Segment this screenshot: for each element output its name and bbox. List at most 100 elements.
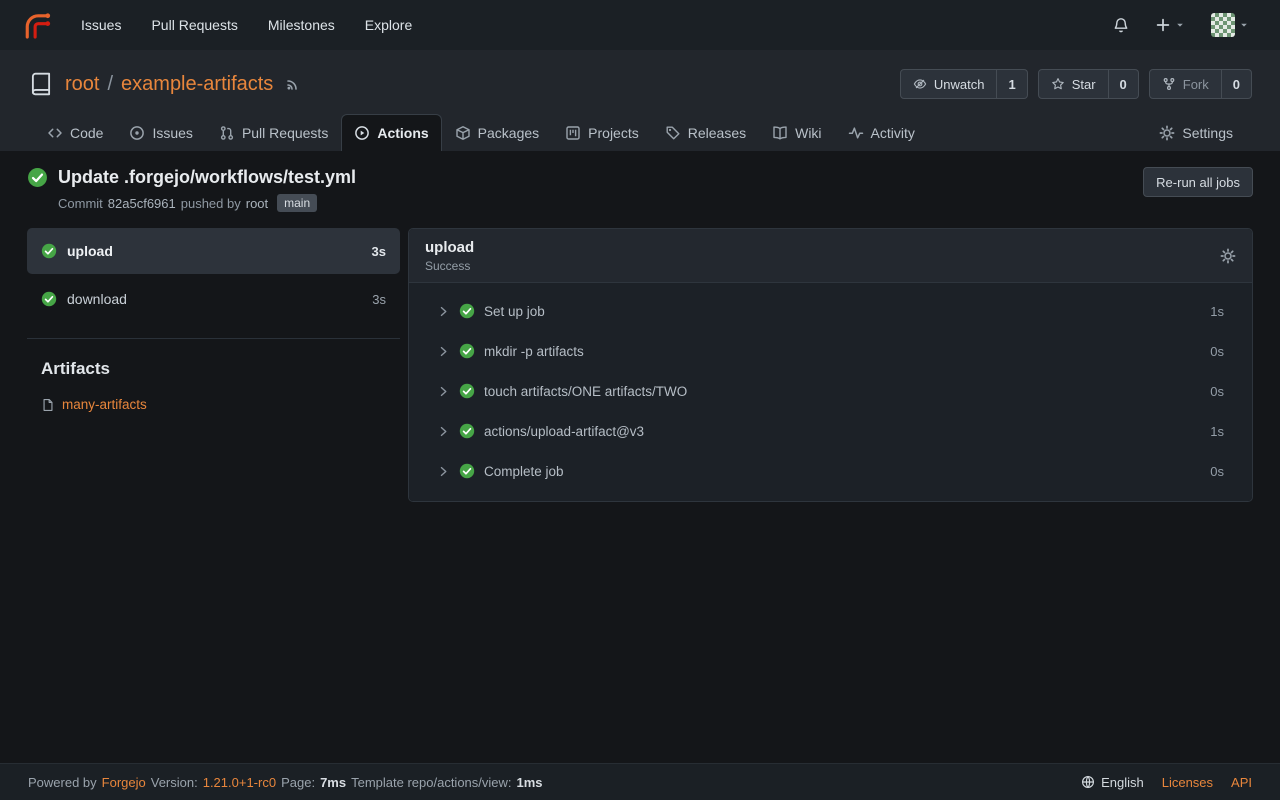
- fork-button-group: Fork 0: [1149, 69, 1252, 99]
- tab-releases[interactable]: Releases: [652, 114, 759, 151]
- account-menu[interactable]: [1202, 0, 1258, 50]
- commit-label: Commit: [58, 196, 103, 211]
- job-item-download[interactable]: download 3s: [27, 276, 400, 322]
- step-row-set-up-job[interactable]: Set up job 1s: [409, 291, 1252, 331]
- tab-settings[interactable]: Settings: [1146, 114, 1246, 151]
- watchers-count[interactable]: 1: [997, 69, 1027, 99]
- step-label: mkdir -p artifacts: [484, 344, 584, 359]
- artifacts-section: Artifacts many-artifacts: [27, 338, 400, 412]
- run-title: Update .forgejo/workflows/test.yml: [58, 167, 356, 188]
- step-duration: 0s: [1210, 464, 1224, 479]
- star-button-group: Star 0: [1038, 69, 1139, 99]
- template-time-value: 1ms: [517, 775, 543, 790]
- pushed-by-label: pushed by: [181, 196, 241, 211]
- notifications-button[interactable]: [1104, 0, 1138, 50]
- forgejo-link[interactable]: Forgejo: [102, 775, 146, 790]
- job-options-gear-icon[interactable]: [1220, 248, 1236, 264]
- commit-sha-link[interactable]: 82a5cf6961: [108, 196, 176, 211]
- check-circle-icon: [41, 291, 57, 307]
- rss-icon[interactable]: [285, 76, 301, 92]
- issue-circle-icon: [129, 125, 145, 141]
- step-duration: 0s: [1210, 384, 1224, 399]
- nav-explore[interactable]: Explore: [350, 0, 427, 50]
- actions-run-page: Update .forgejo/workflows/test.yml Commi…: [0, 151, 1280, 763]
- forks-count[interactable]: 0: [1222, 69, 1252, 99]
- tab-projects[interactable]: Projects: [552, 114, 652, 151]
- page-footer: Powered by Forgejo Version: 1.21.0+1-rc0…: [0, 763, 1280, 800]
- job-duration: 3s: [372, 244, 386, 259]
- licenses-link[interactable]: Licenses: [1162, 775, 1213, 790]
- job-name: download: [67, 291, 127, 307]
- avatar: [1211, 13, 1235, 37]
- version-link[interactable]: 1.21.0+1-rc0: [203, 775, 276, 790]
- step-row-upload-artifact[interactable]: actions/upload-artifact@v3 1s: [409, 411, 1252, 451]
- repo-title: root / example-artifacts: [65, 73, 273, 96]
- top-navbar: Issues Pull Requests Milestones Explore: [0, 0, 1280, 50]
- run-commit-meta: Commit 82a5cf6961 pushed by root main: [58, 194, 356, 212]
- watch-button-group: Unwatch 1: [900, 69, 1028, 99]
- tab-actions[interactable]: Actions: [341, 114, 441, 151]
- repo-owner-link[interactable]: root: [65, 73, 99, 96]
- tab-wiki-label: Wiki: [795, 125, 821, 141]
- eye-off-icon: [913, 77, 927, 91]
- nav-pull-requests[interactable]: Pull Requests: [136, 0, 252, 50]
- tab-wiki[interactable]: Wiki: [759, 114, 834, 151]
- check-circle-icon: [459, 423, 475, 439]
- step-duration: 0s: [1210, 344, 1224, 359]
- check-circle-icon: [459, 383, 475, 399]
- project-board-icon: [565, 125, 581, 141]
- book-icon: [772, 125, 788, 141]
- check-circle-icon: [459, 343, 475, 359]
- job-detail-header: upload Success: [409, 229, 1252, 283]
- job-list-sidebar: upload 3s download 3s Artifacts many-art…: [27, 228, 400, 412]
- check-circle-icon: [459, 303, 475, 319]
- tab-releases-label: Releases: [688, 125, 746, 141]
- forgejo-logo[interactable]: [22, 10, 52, 40]
- artifact-download-link[interactable]: many-artifacts: [62, 397, 147, 412]
- repo-name-link[interactable]: example-artifacts: [121, 73, 273, 96]
- job-name: upload: [67, 243, 113, 259]
- tab-activity[interactable]: Activity: [835, 114, 928, 151]
- step-row-touch[interactable]: touch artifacts/ONE artifacts/TWO 0s: [409, 371, 1252, 411]
- run-header: Update .forgejo/workflows/test.yml Commi…: [27, 167, 1253, 212]
- job-duration: 3s: [372, 292, 386, 307]
- repo-tabs: Code Issues Pull Requests Actions Packag…: [28, 114, 1252, 151]
- repo-header: root / example-artifacts Unwatch 1 Star …: [0, 50, 1280, 151]
- file-icon: [41, 398, 55, 412]
- chevron-right-icon: [437, 425, 450, 438]
- star-button[interactable]: Star: [1038, 69, 1109, 99]
- powered-by-label: Powered by: [28, 775, 97, 790]
- plus-icon: [1155, 17, 1171, 33]
- package-icon: [455, 125, 471, 141]
- artifacts-heading: Artifacts: [41, 359, 386, 379]
- nav-issues[interactable]: Issues: [66, 0, 136, 50]
- chevron-right-icon: [437, 305, 450, 318]
- tab-code[interactable]: Code: [34, 114, 116, 151]
- version-label: Version:: [151, 775, 198, 790]
- nav-milestones[interactable]: Milestones: [253, 0, 350, 50]
- fork-button[interactable]: Fork: [1149, 69, 1222, 99]
- commit-author-link[interactable]: root: [246, 196, 268, 211]
- stars-count[interactable]: 0: [1109, 69, 1139, 99]
- tab-projects-label: Projects: [588, 125, 639, 141]
- step-row-complete-job[interactable]: Complete job 0s: [409, 451, 1252, 491]
- step-label: Set up job: [484, 304, 545, 319]
- branch-badge[interactable]: main: [277, 194, 317, 212]
- step-row-mkdir[interactable]: mkdir -p artifacts 0s: [409, 331, 1252, 371]
- api-link[interactable]: API: [1231, 775, 1252, 790]
- tab-settings-label: Settings: [1182, 125, 1233, 141]
- chevron-right-icon: [437, 465, 450, 478]
- step-label: Complete job: [484, 464, 564, 479]
- tab-issues[interactable]: Issues: [116, 114, 205, 151]
- star-label: Star: [1072, 77, 1096, 92]
- tab-pull-requests[interactable]: Pull Requests: [206, 114, 341, 151]
- create-new-menu[interactable]: [1146, 0, 1194, 50]
- tab-activity-label: Activity: [871, 125, 915, 141]
- language-menu[interactable]: English: [1081, 775, 1144, 790]
- unwatch-button[interactable]: Unwatch: [900, 69, 998, 99]
- job-item-upload[interactable]: upload 3s: [27, 228, 400, 274]
- footer-info: Powered by Forgejo Version: 1.21.0+1-rc0…: [28, 775, 543, 790]
- rerun-all-jobs-button[interactable]: Re-run all jobs: [1143, 167, 1253, 197]
- tab-packages[interactable]: Packages: [442, 114, 552, 151]
- fork-label: Fork: [1183, 77, 1209, 92]
